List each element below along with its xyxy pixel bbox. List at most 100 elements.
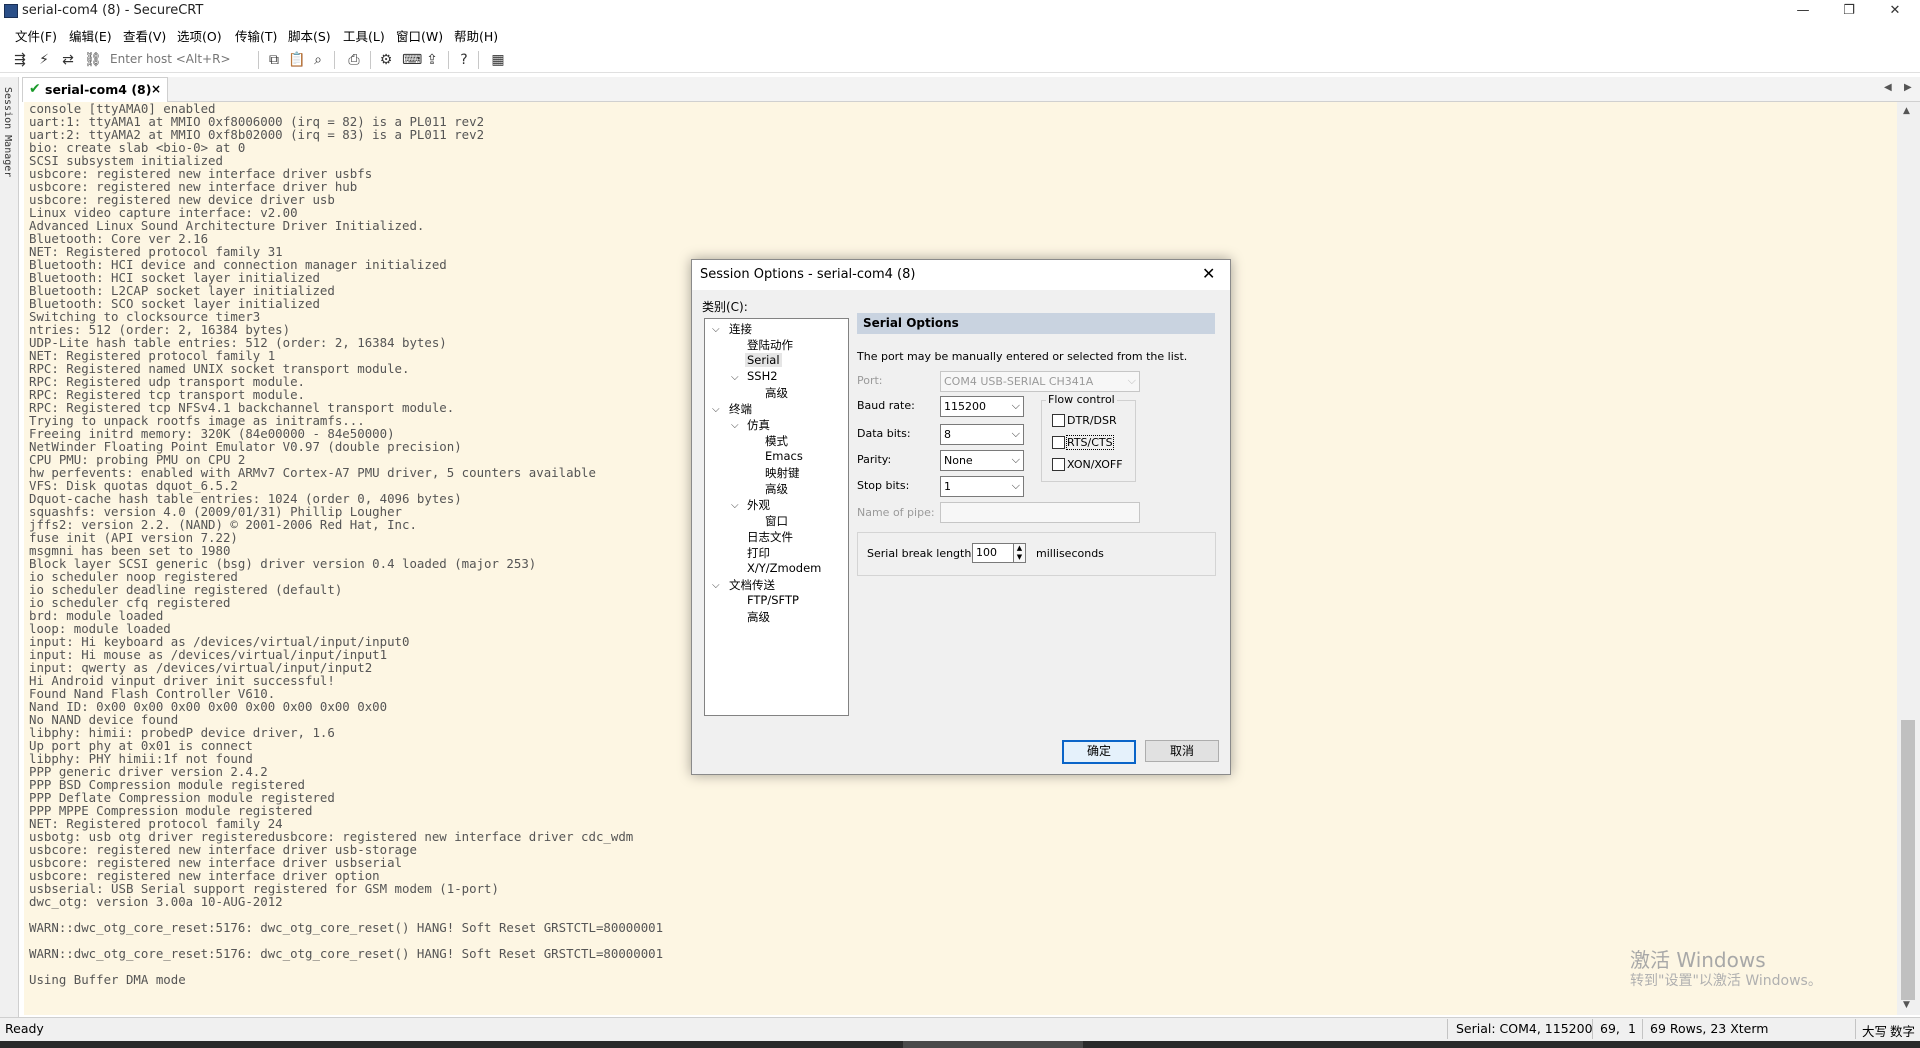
- tree-item-ssh2-advanced[interactable]: 高级: [765, 385, 788, 401]
- tab-scroll-right-icon[interactable]: ▶: [1904, 82, 1912, 93]
- activation-watermark-text: 转到"设置"以激活 Windows。: [1630, 973, 1822, 989]
- menu-edit[interactable]: 编辑(E): [69, 26, 112, 45]
- tree-item-emulation[interactable]: 仿真: [747, 417, 770, 433]
- baud-rate-value: 115200: [944, 400, 986, 413]
- minimize-button[interactable]: —: [1780, 0, 1826, 22]
- xon-xoff-checkbox[interactable]: [1052, 458, 1065, 471]
- rts-cts-checkbox[interactable]: [1052, 436, 1065, 449]
- collapse-icon[interactable]: ⌵: [731, 500, 739, 511]
- ok-button[interactable]: 确定: [1062, 740, 1136, 764]
- securecrt-app-icon: [4, 4, 18, 18]
- category-label: 类别(C):: [702, 300, 748, 314]
- collapse-icon[interactable]: ⌵: [731, 420, 739, 431]
- serial-break-input[interactable]: 100: [972, 543, 1014, 563]
- stop-bits-select[interactable]: 1 ⌵: [940, 476, 1024, 497]
- tree-item-printing[interactable]: 打印: [747, 545, 770, 561]
- scroll-up-icon[interactable]: ▲: [1903, 106, 1910, 116]
- menu-transfer[interactable]: 传输(T): [235, 26, 277, 45]
- toolbar-separator: [334, 51, 335, 69]
- status-num: 数字: [1890, 1024, 1916, 1039]
- menu-file[interactable]: 文件(F): [15, 26, 57, 45]
- xon-xoff-label: XON/XOFF: [1067, 458, 1123, 471]
- tree-item-ftp-sftp[interactable]: FTP/SFTP: [747, 593, 799, 607]
- print-icon[interactable]: ⎙: [346, 52, 362, 68]
- menu-script[interactable]: 脚本(S): [288, 26, 331, 45]
- category-tree[interactable]: ⌵ 连接 登陆动作 Serial ⌵ SSH2 高级 ⌵ 终端 ⌵ 仿真 模式 …: [704, 318, 849, 716]
- menu-window[interactable]: 窗口(W): [396, 26, 443, 45]
- spinner-arrows-icon[interactable]: ▲ ▼: [1013, 543, 1026, 563]
- sftp-icon[interactable]: ⇪: [424, 52, 440, 68]
- tree-item-mapped-keys[interactable]: 映射键: [765, 465, 800, 481]
- status-ready: Ready: [5, 1021, 44, 1036]
- reconnect-icon[interactable]: ⇄: [60, 52, 76, 68]
- baud-rate-select[interactable]: 115200 ⌵: [940, 396, 1024, 417]
- parity-select[interactable]: None ⌵: [940, 450, 1024, 471]
- collapse-icon[interactable]: ⌵: [731, 372, 739, 383]
- settings-icon[interactable]: ⚙: [378, 52, 394, 68]
- copy-icon[interactable]: ⧉: [266, 52, 282, 68]
- dtr-dsr-checkbox[interactable]: [1052, 414, 1065, 427]
- dialog-title: Session Options - serial-com4 (8): [700, 267, 916, 282]
- status-separator: [1447, 1019, 1448, 1039]
- menu-options[interactable]: 选项(O): [177, 26, 222, 45]
- port-select[interactable]: COM4 USB-SERIAL CH341A ⌵: [940, 371, 1140, 392]
- flow-control-title: Flow control: [1046, 393, 1117, 406]
- tree-item-appearance[interactable]: 外观: [747, 497, 770, 513]
- terminal-line: PPP MPPE Compression module registered: [29, 803, 313, 818]
- scroll-down-icon[interactable]: ▼: [1903, 1000, 1910, 1010]
- menu-help[interactable]: 帮助(H): [454, 26, 498, 45]
- terminal-scrollbar[interactable]: ▲ ▼: [1897, 102, 1920, 1015]
- dialog-close-icon[interactable]: ✕: [1202, 264, 1215, 283]
- tree-item-ssh2[interactable]: SSH2: [747, 369, 778, 383]
- taskbar-active-item[interactable]: [903, 1041, 1083, 1048]
- terminal-line: WARN::dwc_otg_core_reset:5176: dwc_otg_c…: [29, 946, 664, 961]
- help-icon[interactable]: ?: [456, 52, 472, 68]
- chevron-down-icon: ⌵: [1011, 453, 1020, 466]
- paste-icon[interactable]: 📋: [288, 52, 305, 68]
- collapse-icon[interactable]: ⌵: [712, 580, 720, 591]
- tab-scroll-left-icon[interactable]: ◀: [1884, 82, 1892, 93]
- status-size: 69 Rows, 23 Xterm: [1650, 1021, 1769, 1036]
- tree-item-terminal[interactable]: 终端: [729, 401, 752, 417]
- find-icon[interactable]: ⌕: [310, 52, 326, 68]
- connect-icon[interactable]: ⇶: [12, 52, 28, 68]
- status-separator: [1855, 1019, 1856, 1039]
- tab-strip: [22, 77, 1920, 102]
- close-window-button[interactable]: ✕: [1872, 0, 1918, 22]
- pipe-name-input[interactable]: [940, 502, 1140, 523]
- tree-item-connection[interactable]: 连接: [729, 321, 752, 337]
- tree-item-file-transfer[interactable]: 文档传送: [729, 577, 775, 593]
- tree-item-modes[interactable]: 模式: [765, 433, 788, 449]
- session-options-icon[interactable]: ▦: [490, 52, 506, 68]
- status-separator: [1642, 1019, 1643, 1039]
- status-cursor-row: 69,: [1600, 1021, 1620, 1036]
- close-tab-icon[interactable]: ×: [151, 82, 161, 96]
- menu-tools[interactable]: 工具(L): [343, 26, 385, 45]
- tree-item-emulation-advanced[interactable]: 高级: [765, 481, 788, 497]
- session-manager-panel[interactable]: Session Manager: [0, 77, 19, 1017]
- tree-item-login-actions[interactable]: 登陆动作: [747, 337, 793, 353]
- tree-item-xyzmodem[interactable]: X/Y/Zmodem: [747, 561, 821, 575]
- data-bits-select[interactable]: 8 ⌵: [940, 424, 1024, 445]
- tree-item-ft-advanced[interactable]: 高级: [747, 609, 770, 625]
- tree-item-serial[interactable]: Serial: [745, 353, 782, 367]
- enter-host-input[interactable]: [110, 50, 250, 68]
- tree-item-emacs[interactable]: Emacs: [765, 449, 803, 463]
- tab-serial-com4[interactable]: ✔ serial-com4 (8) ×: [22, 77, 168, 102]
- status-serial: Serial: COM4, 115200: [1456, 1021, 1593, 1036]
- panel-header: Serial Options: [857, 313, 1215, 334]
- quick-connect-icon[interactable]: ⚡: [36, 52, 52, 68]
- cancel-button[interactable]: 取消: [1145, 740, 1219, 762]
- parity-label: Parity:: [857, 453, 892, 466]
- disconnect-icon[interactable]: ⛓: [84, 52, 102, 68]
- port-label: Port:: [857, 374, 883, 387]
- menu-view[interactable]: 查看(V): [123, 26, 166, 45]
- scrollbar-thumb[interactable]: [1901, 720, 1915, 1000]
- collapse-icon[interactable]: ⌵: [712, 404, 720, 415]
- collapse-icon[interactable]: ⌵: [712, 324, 720, 335]
- keymap-icon[interactable]: ⌨: [402, 52, 422, 68]
- maximize-button[interactable]: ❐: [1826, 0, 1872, 22]
- tree-item-log-file[interactable]: 日志文件: [747, 529, 793, 545]
- tree-item-window[interactable]: 窗口: [765, 513, 788, 529]
- terminal-line: usbcore: registered new device driver us…: [29, 192, 335, 207]
